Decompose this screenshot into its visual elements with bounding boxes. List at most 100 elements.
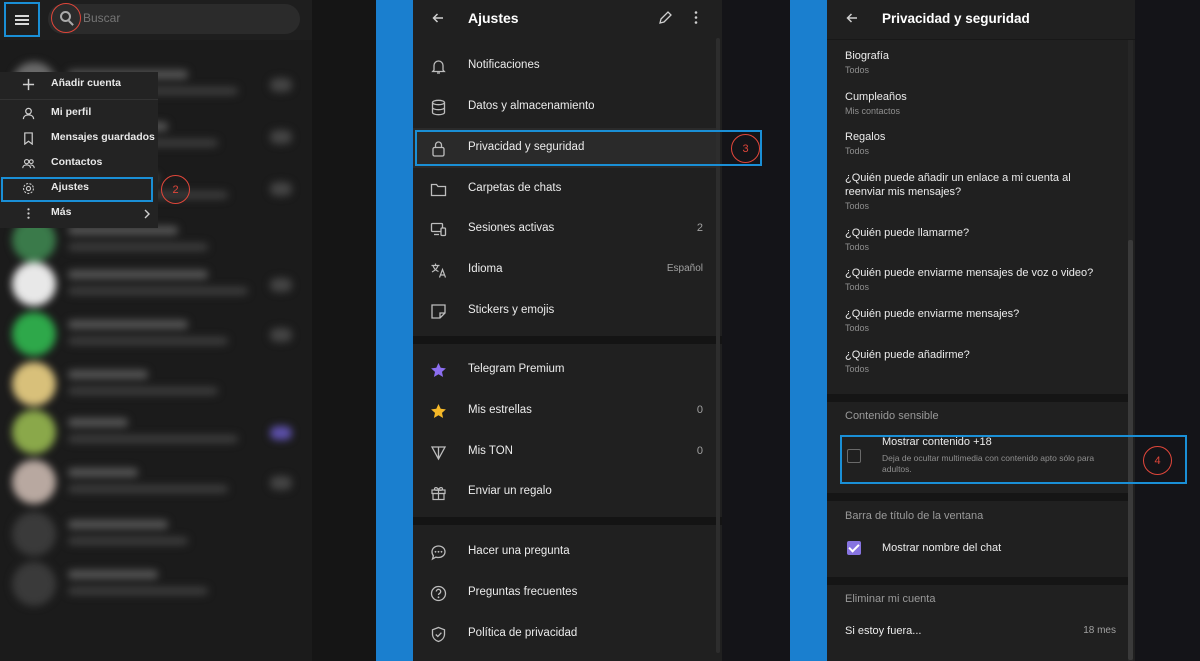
blue-separator [376, 0, 413, 661]
privacy-item-birthday[interactable]: Cumpleaños Mis contactos [845, 90, 1125, 116]
plus-icon [22, 78, 35, 91]
chevron-right-icon [144, 209, 150, 219]
settings-item-value: 0 [696, 445, 703, 457]
back-arrow-icon[interactable] [846, 13, 858, 23]
privacy-item-value: Todos [845, 65, 870, 75]
privacy-item-value: Todos [845, 323, 870, 333]
settings-item-label: Enviar un regalo [468, 485, 552, 497]
settings-item-faq[interactable]: Preguntas frecuentes [413, 573, 716, 613]
settings-item-label: Hacer una pregunta [468, 545, 570, 557]
option-show-chat-name[interactable]: Mostrar nombre del chat [827, 532, 1129, 566]
ton-icon [430, 446, 447, 461]
privacy-item-title: ¿Quién puede enviarme mensajes? [845, 308, 1020, 320]
step-badge: 3 [731, 134, 760, 163]
folder-icon [430, 183, 447, 197]
menu-item-label: Mensajes guardados [51, 131, 155, 143]
settings-item-value: 0 [696, 404, 703, 416]
sticker-icon [431, 304, 446, 319]
settings-item-notifications[interactable]: Notificaciones [413, 46, 716, 86]
user-icon [22, 107, 35, 120]
back-arrow-icon[interactable] [432, 13, 444, 23]
highlight-sensitive-content [840, 435, 1187, 484]
privacy-item-title: ¿Quién puede llamarme? [845, 227, 970, 239]
bell-icon [431, 60, 446, 74]
devices-icon [430, 222, 447, 237]
menu-item-add-account[interactable]: Añadir cuenta [0, 72, 158, 97]
settings-item-send-gift[interactable]: Enviar un regalo [413, 472, 716, 512]
search-icon [60, 11, 71, 22]
privacy-item-title: Regalos [845, 131, 886, 143]
settings-item-label: Política de privacidad [468, 627, 578, 639]
option-title: Mostrar nombre del chat [882, 542, 1002, 554]
blue-separator [790, 0, 827, 661]
main-menu: Añadir cuenta Mi perfil Mensajes guardad… [0, 72, 158, 228]
settings-item-privacy-policy[interactable]: Política de privacidad [413, 614, 716, 654]
list-item[interactable] [8, 458, 304, 506]
privacy-item-voice-messages[interactable]: ¿Quién puede enviarme mensajes de voz o … [845, 266, 1125, 292]
step-badge: 2 [161, 175, 190, 204]
privacy-item-calls[interactable]: ¿Quién puede llamarme? Todos [845, 226, 1125, 252]
privacy-item-title: Biografía [845, 50, 890, 62]
settings-item-label: Preguntas frecuentes [468, 586, 578, 598]
settings-item-stars[interactable]: Mis estrellas 0 [413, 391, 716, 431]
menu-item-saved-messages[interactable]: Mensajes guardados [0, 126, 158, 151]
section-divider [413, 517, 722, 525]
list-item[interactable] [8, 560, 304, 608]
list-item[interactable] [8, 260, 304, 308]
chat-bubble-icon [431, 545, 446, 561]
more-vertical-icon[interactable] [693, 10, 699, 25]
privacy-item-bio[interactable]: Biografía Todos [845, 49, 1125, 75]
checkbox-show-chat-name[interactable] [847, 541, 861, 555]
settings-item-ton[interactable]: Mis TON 0 [413, 432, 716, 472]
hamburger-icon [15, 14, 29, 25]
gift-icon [431, 487, 446, 501]
privacy-item-messages[interactable]: ¿Quién puede enviarme mensajes? Todos [845, 307, 1125, 333]
settings-item-language[interactable]: Idioma Español [413, 250, 716, 290]
more-vertical-icon [27, 208, 30, 219]
chat-background [1135, 0, 1200, 661]
page-title: Privacidad y seguridad [882, 11, 1030, 26]
menu-item-label: Añadir cuenta [51, 77, 122, 89]
settings-item-label: Idioma [468, 263, 503, 275]
settings-item-label: Notificaciones [468, 59, 540, 71]
list-item[interactable] [8, 408, 304, 456]
section-title: Barra de título de la ventana [845, 510, 984, 522]
shield-icon [431, 626, 446, 643]
privacy-item-value: Todos [845, 201, 870, 211]
menu-item-profile[interactable]: Mi perfil [0, 101, 158, 126]
menu-item-label: Mi perfil [51, 106, 92, 118]
menu-item-label: Contactos [51, 156, 103, 168]
chat-background [722, 0, 790, 661]
settings-item-label: Telegram Premium [468, 363, 565, 375]
list-item[interactable] [8, 310, 304, 358]
privacy-item-title: ¿Quién puede añadir un enlace a mi cuent… [845, 172, 1071, 198]
settings-item-ask-question[interactable]: Hacer una pregunta [413, 532, 716, 572]
privacy-item-value: Mis contactos [845, 106, 901, 116]
page-title: Ajustes [468, 10, 519, 26]
privacy-item-add-me[interactable]: ¿Quién puede añadirme? Todos [845, 348, 1125, 374]
settings-item-stickers[interactable]: Stickers y emojis [413, 291, 716, 331]
settings-item-premium[interactable]: Telegram Premium [413, 350, 716, 390]
settings-item-label: Carpetas de chats [468, 182, 562, 194]
settings-item-label: Sesiones activas [468, 222, 555, 234]
settings-item-chat-folders[interactable]: Carpetas de chats [413, 169, 716, 209]
settings-item-data-storage[interactable]: Datos y almacenamiento [413, 87, 716, 127]
settings-item-active-sessions[interactable]: Sesiones activas 2 [413, 209, 716, 249]
section-divider [827, 394, 1129, 402]
option-delete-if-away[interactable]: Si estoy fuera... 18 mes [827, 615, 1129, 649]
menu-button[interactable] [4, 2, 40, 37]
privacy-item-forward-link[interactable]: ¿Quién puede añadir un enlace a mi cuent… [845, 171, 1105, 211]
menu-item-contacts[interactable]: Contactos [0, 151, 158, 176]
section-divider [827, 577, 1129, 585]
search-input[interactable] [83, 11, 283, 25]
list-item[interactable] [8, 510, 304, 558]
settings-header: Ajustes [413, 0, 722, 38]
edit-pencil-icon[interactable] [658, 10, 673, 25]
settings-item-value: 2 [696, 222, 703, 234]
list-item[interactable] [8, 360, 304, 408]
privacy-item-gifts[interactable]: Regalos Todos [845, 130, 1125, 156]
privacy-item-title: ¿Quién puede añadirme? [845, 349, 970, 361]
database-icon [431, 99, 446, 116]
settings-item-label: Stickers y emojis [468, 304, 555, 316]
menu-item-more[interactable]: Más [0, 201, 158, 226]
